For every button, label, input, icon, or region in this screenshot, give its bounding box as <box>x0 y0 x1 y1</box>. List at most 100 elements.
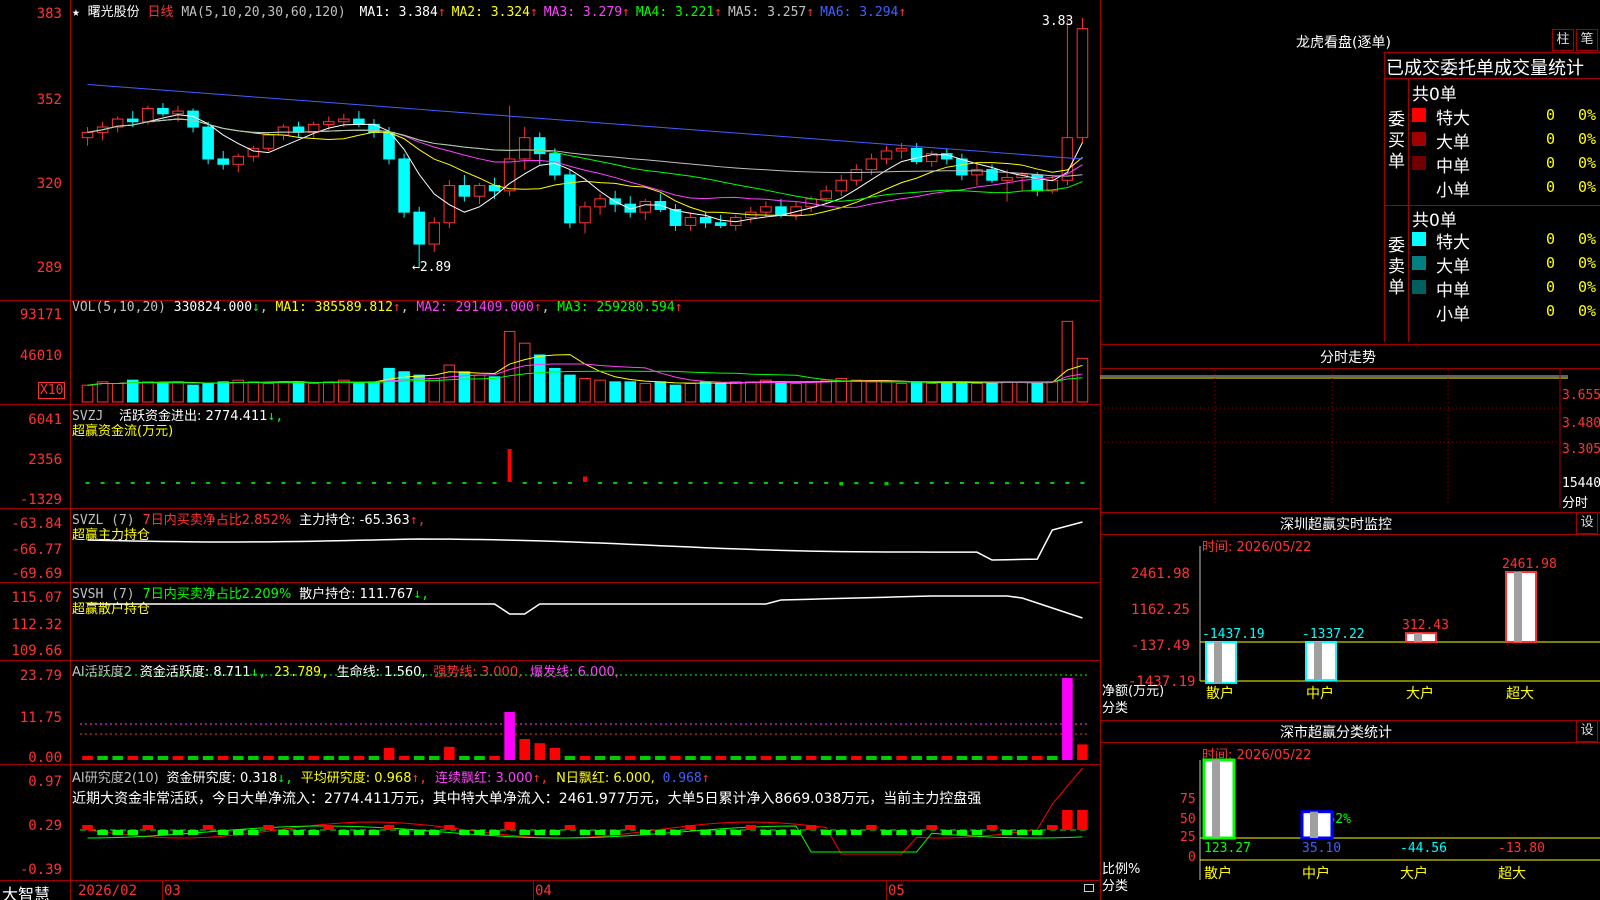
research-bar <box>82 825 93 830</box>
candle-body <box>669 208 682 226</box>
candle-body <box>865 158 878 171</box>
research-bar <box>142 825 154 830</box>
volume-bar <box>669 384 682 403</box>
ai-active-bar <box>112 756 123 760</box>
class-bar-chart[interactable]: 123.27 散户 35.10 中户 -44.56 大户 -13.80 超大 <box>1199 758 1600 900</box>
monitor-cat-label: 大户 <box>1406 685 1434 702</box>
volume-bar <box>1046 381 1059 403</box>
research-bar <box>383 825 395 830</box>
class-axis-1: 75 <box>1180 792 1196 807</box>
volume-bar <box>338 379 350 403</box>
buy-row-pct-2: 0% <box>1578 154 1597 172</box>
volume-bar <box>217 381 229 403</box>
research-bar <box>790 830 802 835</box>
fund-flow-bar <box>778 482 783 484</box>
ai-active-bar <box>700 756 711 760</box>
volume-bar <box>157 383 169 403</box>
ai-research-chart[interactable] <box>0 764 1100 880</box>
research-bar <box>820 830 832 835</box>
monitor-bar-chart[interactable]: -1437.19 散户 -1337.22 中户 312.43 大户 2461.98 超大 <box>1199 546 1600 706</box>
research-bar <box>896 830 907 835</box>
research-bar <box>127 830 139 835</box>
candle-body <box>217 158 229 165</box>
date-sep-1 <box>162 880 163 900</box>
fund-flow-bar <box>824 482 829 484</box>
price-chart[interactable] <box>0 0 1100 300</box>
candle-body <box>292 126 305 133</box>
candle-body <box>579 206 591 224</box>
class-cat-label: 大户 <box>1400 865 1428 882</box>
research-bar <box>760 830 772 835</box>
research-bar <box>640 830 651 835</box>
candle-body <box>126 118 139 123</box>
tick-view-button[interactable]: 笔 <box>1576 29 1598 51</box>
research-bar <box>670 830 681 835</box>
research-bar <box>730 830 742 835</box>
volume-bar <box>126 379 139 403</box>
ai-active-chart[interactable] <box>0 660 1100 764</box>
lock-icon[interactable] <box>1084 884 1094 892</box>
fund-flow-bar <box>326 482 331 484</box>
volume-bar <box>81 384 94 403</box>
class-settings-button[interactable]: 设 <box>1576 720 1598 742</box>
candle-body <box>142 107 154 123</box>
research-bar <box>233 830 244 835</box>
monitor-bar-label: -1337.22 <box>1302 627 1365 642</box>
buy-row-name-0: 特大 <box>1436 109 1470 129</box>
volume-bar <box>1016 381 1028 403</box>
volume-bar <box>579 377 591 403</box>
ai-active-bar <box>308 756 319 760</box>
class-title-line <box>1100 742 1600 743</box>
ai-active-bar <box>986 756 998 760</box>
buy-row-pct-3: 0% <box>1578 178 1597 196</box>
volume-bar <box>353 383 365 403</box>
fund-flow-bar <box>507 449 512 482</box>
date-sep-3 <box>886 880 887 900</box>
buy-row-pct-0: 0% <box>1578 106 1597 124</box>
candle-body <box>277 126 290 136</box>
candle-body <box>594 198 606 208</box>
divider-bottom-axis <box>0 880 1100 881</box>
monitor-settings-button[interactable]: 设 <box>1576 512 1598 534</box>
date-tick-3: 04 <box>535 883 552 899</box>
main-holding-chart[interactable] <box>0 508 1100 582</box>
ai-active-bar <box>187 756 199 760</box>
fund-flow-bar <box>492 482 497 484</box>
research-bar <box>489 830 500 835</box>
class-top-line <box>1100 720 1600 721</box>
volume-bar <box>277 381 290 403</box>
brand-logo[interactable]: 大智慧 <box>2 881 50 900</box>
research-bar <box>1001 830 1013 835</box>
ai-active-bar <box>383 748 395 760</box>
ai-active-bar <box>474 756 485 760</box>
volume-bar <box>549 367 561 403</box>
volume-chart[interactable] <box>0 300 1100 404</box>
ai-active-bar <box>624 756 636 760</box>
intraday-chart[interactable] <box>1100 368 1600 508</box>
candle-body <box>338 118 350 123</box>
bar-view-button[interactable]: 柱 <box>1552 29 1574 51</box>
sell-side-label: 委卖单 <box>1388 236 1405 298</box>
fund-flow-bar <box>236 482 241 484</box>
research-bar <box>1031 830 1043 835</box>
ai-active-bar <box>519 739 530 760</box>
sell-row-name-1: 大单 <box>1436 257 1470 277</box>
volume-bar <box>111 383 124 403</box>
research-bar <box>835 830 847 835</box>
sell-row-pct-0: 0% <box>1578 230 1597 248</box>
research-bar <box>248 830 259 835</box>
research-bar <box>187 830 199 835</box>
volume-bar <box>307 383 320 403</box>
candle-body <box>428 222 441 245</box>
volume-bar <box>729 381 742 403</box>
ai-active-bar <box>278 756 289 760</box>
sell-row-pct-1: 0% <box>1578 254 1597 272</box>
fund-flow-chart[interactable] <box>0 404 1100 508</box>
retail-holding-chart[interactable] <box>0 582 1100 660</box>
candle-body <box>1076 28 1089 139</box>
dragon-title: 龙虎看盘(逐单) <box>1296 35 1391 51</box>
volume-bar <box>910 381 923 403</box>
ai-active-bar <box>760 756 772 760</box>
class-cat-label: 超大 <box>1498 866 1526 882</box>
candle-body <box>1031 174 1044 192</box>
